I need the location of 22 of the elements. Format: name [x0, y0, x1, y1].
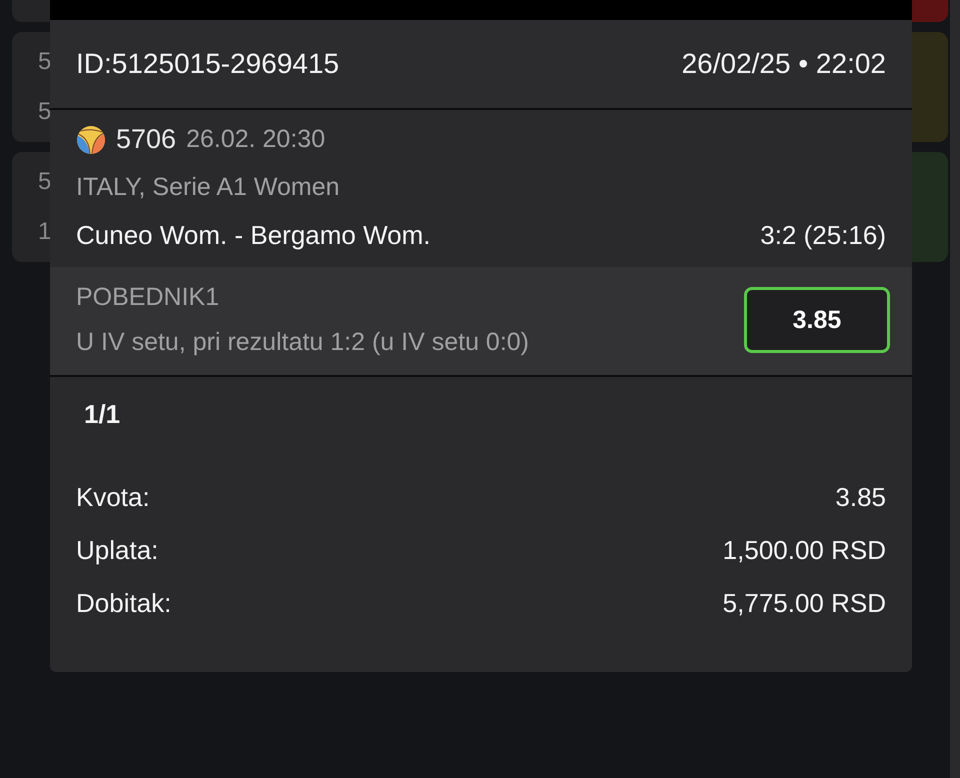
summary-label: Uplata:	[76, 535, 158, 566]
combination-label: 1/1	[83, 399, 122, 430]
event-code: 5706	[116, 124, 176, 155]
ticket-datetime: 26/02/25 • 22:02	[682, 48, 886, 80]
volleyball-icon	[76, 124, 106, 154]
card-text: 5	[38, 48, 52, 76]
odds-value: 3.85	[744, 287, 890, 353]
card-text: 5	[38, 168, 52, 196]
summary-value: 5,775.00 RSD	[722, 588, 886, 619]
card-text: 5	[38, 98, 52, 126]
summary-value: 3.85	[835, 482, 886, 513]
summary-label: Dobitak:	[76, 588, 172, 619]
league-name: ITALY, Serie A1 Women	[76, 173, 341, 202]
summary-value: 1,500.00 RSD	[722, 535, 886, 566]
event-time: 26.02. 20:30	[186, 125, 326, 154]
match-score: 3:2 (25:16)	[760, 220, 886, 251]
match-name: Cuneo Wom. - Bergamo Wom.	[76, 220, 430, 251]
bet-market: POBEDNIK1	[76, 283, 220, 312]
card-text: 1	[38, 218, 52, 246]
ticket-id: ID:5125015-2969415	[76, 48, 340, 80]
bet-condition: U IV setu, pri rezultatu 1:2 (u IV setu 0:0)	[76, 328, 529, 357]
summary-label: Kvota:	[76, 482, 150, 513]
